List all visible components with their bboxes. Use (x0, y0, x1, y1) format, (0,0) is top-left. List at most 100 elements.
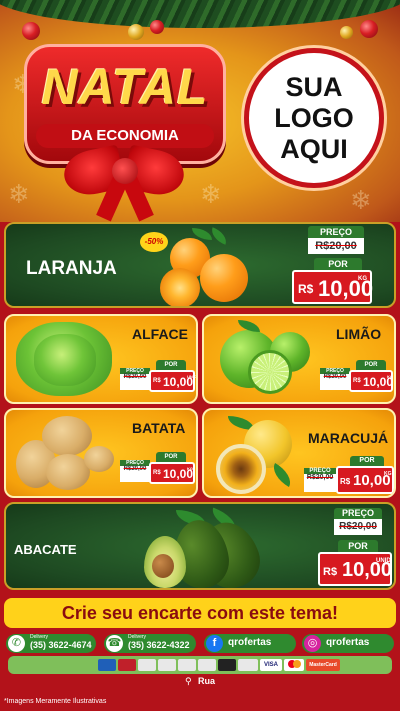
orange-icon (200, 254, 248, 302)
contact-phone: (35) 3622-4674 (30, 640, 92, 650)
address-text: Rua (198, 676, 216, 686)
product-name: LIMÃO (336, 326, 382, 342)
price-unit: UNID (376, 558, 391, 564)
visa-icon: VISA (260, 659, 282, 671)
header-banner: ❄ ❄ ❄ ❄ NATAL DA ECONOMIA SUA LOGO AQUI (0, 0, 400, 222)
old-price-box: PREÇO R$20,00 (304, 468, 336, 492)
contact-phone[interactable]: ☎ Delivery (35) 3622-4322 (104, 634, 196, 653)
product-card-alface: ALFACE POR PREÇO R$20,00 R$ 10,00 UNID (4, 314, 198, 404)
currency: R$ (353, 378, 361, 384)
product-name: ABACATE (14, 542, 77, 557)
currency: R$ (340, 477, 351, 486)
new-price-box: R$ 10,00 KG (336, 466, 394, 494)
old-price-box: PREÇO R$20,00 (120, 368, 150, 390)
product-card-maracuja: MARACUJÁ POR PREÇO R$20,00 R$ 10,00 KG (202, 408, 396, 498)
discount-badge: -50% (140, 232, 168, 252)
payment-card-icon (138, 659, 156, 671)
old-price-box: PREÇO R$20,00 (320, 368, 350, 390)
old-price-box: PREÇO R$20,00 (120, 460, 150, 482)
bow-knot (112, 158, 138, 184)
old-price: R$20,00 (323, 374, 347, 380)
page-subtitle: DA ECONOMIA (36, 124, 214, 148)
logo-text: SUA LOGO AQUI (274, 71, 354, 164)
price-unit: UNID (187, 374, 197, 379)
old-price-label: PREÇO (334, 508, 382, 519)
leaf-icon (208, 227, 230, 245)
price-unit: KG (384, 471, 392, 477)
phone-icon: ☎ (106, 635, 123, 652)
snowflake-icon: ❄ (8, 180, 30, 210)
whatsapp-icon: ✆ (8, 635, 25, 652)
new-price-label: POR (314, 258, 362, 270)
ornament-icon (22, 22, 40, 40)
instagram-handle: qrofertas (326, 637, 370, 648)
ornament-icon (128, 24, 144, 40)
product-card-limao: LIMÃO POR PREÇO R$20,00 R$ 10,00 KG (202, 314, 396, 404)
product-name: MARACUJÁ (308, 430, 389, 446)
new-price-box: R$ 10,00 KG (149, 462, 195, 484)
new-price-box: R$ 10,00 KG (349, 370, 393, 392)
new-price-box: R$ 10,00 KG (292, 270, 373, 304)
facebook-handle: qrofertas (228, 637, 272, 648)
product-card-laranja: LARANJA -50% PREÇO R$20,00 POR R$ 10,00 … (4, 222, 396, 308)
new-price-label: POR (350, 456, 384, 466)
currency: R$ (153, 470, 161, 476)
price-unit: KG (387, 374, 393, 379)
avocado-pit (152, 554, 174, 578)
old-price: R$20,00 (339, 521, 377, 532)
contact-facebook[interactable]: f qrofertas (204, 634, 296, 653)
old-price-box: R$20,00 (334, 519, 382, 535)
new-price-label: POR (356, 360, 386, 370)
payment-card-icon (238, 659, 258, 671)
orange-half-icon (160, 268, 200, 306)
potato-icon (42, 416, 92, 456)
currency: R$ (298, 282, 314, 296)
price-unit: KG (187, 466, 193, 471)
passion-fruit-half-icon (216, 444, 266, 494)
product-card-abacate: ABACATE PREÇO R$20,00 POR R$ 10,00 UNID (4, 502, 396, 590)
mastercard-label-icon: MasterCard (306, 659, 340, 671)
new-price-label: POR (156, 360, 186, 370)
product-name: LARANJA (26, 258, 117, 279)
payment-card-icon (118, 659, 136, 671)
ornament-icon (150, 20, 164, 34)
instagram-icon: ◎ (304, 635, 321, 652)
potato-icon (84, 446, 114, 472)
page-title: NATAL (41, 59, 209, 115)
old-price: R$20,00 (123, 466, 147, 472)
product-card-batata: BATATA POR PREÇO R$20,00 R$ 10,00 KG (4, 408, 198, 498)
payment-card-icon (98, 659, 116, 671)
facebook-icon: f (206, 635, 223, 652)
new-price-box: R$ 10,00 UNID (318, 552, 392, 586)
contact-phone: (35) 3622-4322 (128, 640, 190, 650)
payment-card-icon (158, 659, 176, 671)
mastercard-icon (284, 659, 304, 671)
logo-placeholder: SUA LOGO AQUI (244, 48, 384, 188)
contact-instagram[interactable]: ◎ qrofertas (302, 634, 394, 653)
new-price-label: POR (156, 452, 186, 462)
disclaimer: *Imagens Meramente Ilustrativas (4, 698, 107, 705)
ornament-icon (340, 26, 353, 39)
payment-card-icon (198, 659, 216, 671)
new-price-box: R$ 10,00 UNID (149, 370, 197, 392)
old-price-label: PREÇO (308, 226, 364, 238)
payment-card-icon (178, 659, 196, 671)
snowflake-icon: ❄ (350, 186, 372, 216)
new-price-label: POR (338, 540, 378, 552)
cta-banner: Crie seu encarte com este tema! (4, 598, 396, 628)
ornament-icon (360, 20, 378, 38)
old-price-box: R$20,00 (308, 238, 364, 254)
lettuce-icon (34, 334, 96, 386)
contact-whatsapp[interactable]: ✆ Delivery (35) 3622-4674 (6, 634, 96, 653)
location-pin-icon: ⚲ (184, 677, 192, 687)
snowflake-icon: ❄ (200, 180, 222, 210)
address: ⚲ Rua (0, 676, 400, 694)
old-price: R$20,00 (315, 240, 357, 252)
old-price: R$20,00 (123, 374, 147, 380)
product-name: ALFACE (132, 326, 188, 342)
pine-garland (0, 0, 400, 28)
product-name: BATATA (132, 420, 186, 436)
old-price: R$20,00 (306, 474, 334, 481)
currency: R$ (323, 566, 338, 578)
price-unit: KG (358, 276, 367, 282)
